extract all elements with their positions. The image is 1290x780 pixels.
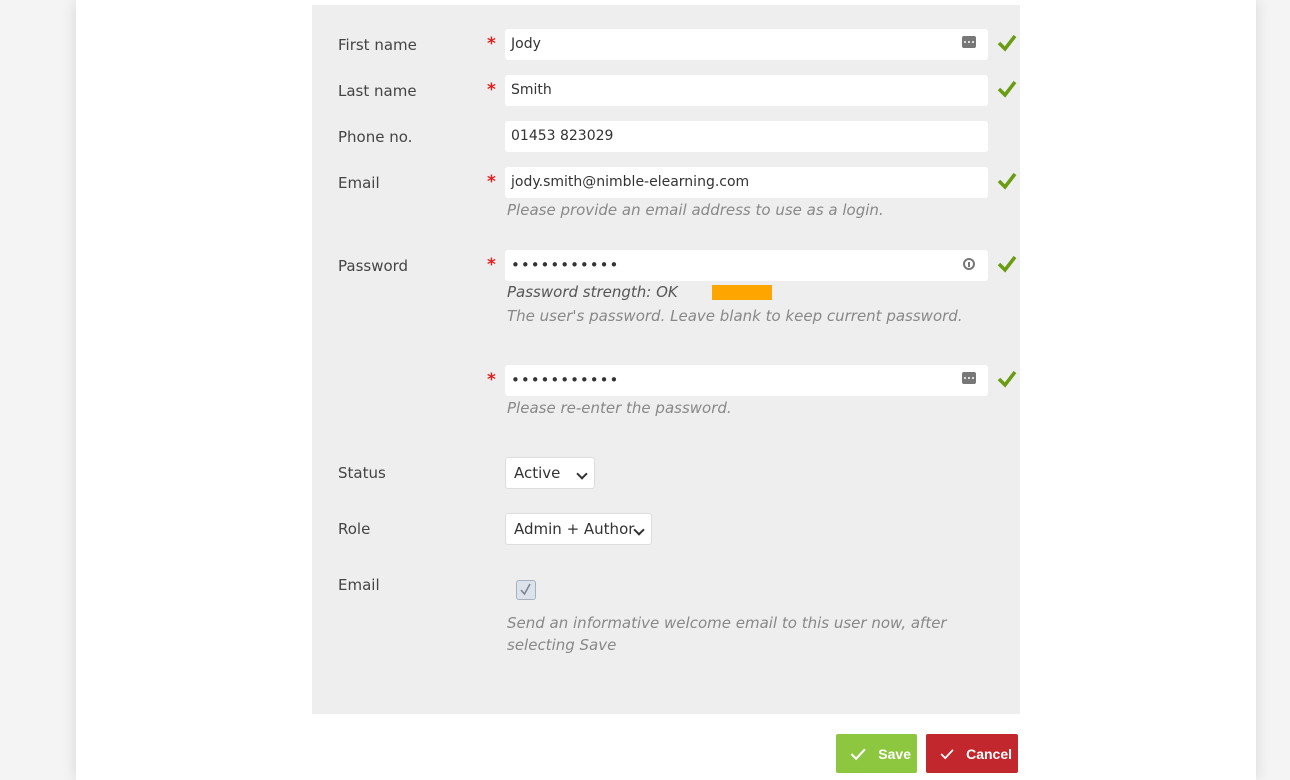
email-label: Email [338,174,380,192]
first-name-required-marker: * [487,34,496,54]
checkmark-icon [997,370,1017,388]
autofill-icon[interactable] [962,36,976,48]
key-icon[interactable] [963,258,975,270]
checkbox-check-icon [520,583,531,596]
confirm-password-input[interactable]: ••••••••••• [505,365,988,396]
chevron-down-icon [633,524,645,536]
confirm-password-required-marker: * [487,370,496,390]
save-button[interactable]: Save [836,734,917,773]
checkmark-icon [850,748,866,760]
last-name-input[interactable]: Smith [505,75,988,106]
email-hint: Please provide an email address to use a… [507,201,884,219]
welcome-email-hint-line2: selecting Save [507,636,617,654]
save-button-label: Save [878,745,911,762]
role-selected-value: Admin + Author [514,520,635,538]
password-strength-bar [712,285,772,300]
welcome-email-label: Email [338,576,380,594]
autofill-icon[interactable] [962,372,976,384]
phone-input[interactable]: 01453 823029 [505,121,988,152]
role-label: Role [338,520,371,538]
email-required-marker: * [487,172,496,192]
status-selected-value: Active [514,464,561,482]
chevron-down-icon [576,468,588,480]
confirm-password-hint: Please re-enter the password. [507,399,732,417]
password-hint: The user's password. Leave blank to keep… [507,307,963,325]
role-select[interactable]: Admin + Author [505,513,652,545]
password-strength-text: Password strength: OK [507,283,678,301]
cancel-button[interactable]: Cancel [926,734,1018,773]
last-name-label: Last name [338,82,417,100]
checkmark-icon [997,80,1017,98]
status-label: Status [338,464,386,482]
welcome-email-hint-line1: Send an informative welcome email to thi… [507,614,947,632]
checkmark-icon [940,748,954,759]
checkmark-icon [997,34,1017,52]
password-required-marker: * [487,255,496,275]
welcome-email-checkbox[interactable] [516,580,536,600]
first-name-input[interactable]: Jody [505,29,988,60]
user-form-panel [312,5,1020,714]
password-input[interactable]: ••••••••••• [505,250,988,281]
cancel-button-label: Cancel [966,745,1012,762]
checkmark-icon [997,255,1017,273]
last-name-required-marker: * [487,80,496,100]
checkmark-icon [997,172,1017,190]
phone-label: Phone no. [338,128,413,146]
password-label: Password [338,257,409,275]
status-select[interactable]: Active [505,457,595,489]
first-name-label: First name [338,36,417,54]
email-input[interactable]: jody.smith@nimble-elearning.com [505,167,988,198]
